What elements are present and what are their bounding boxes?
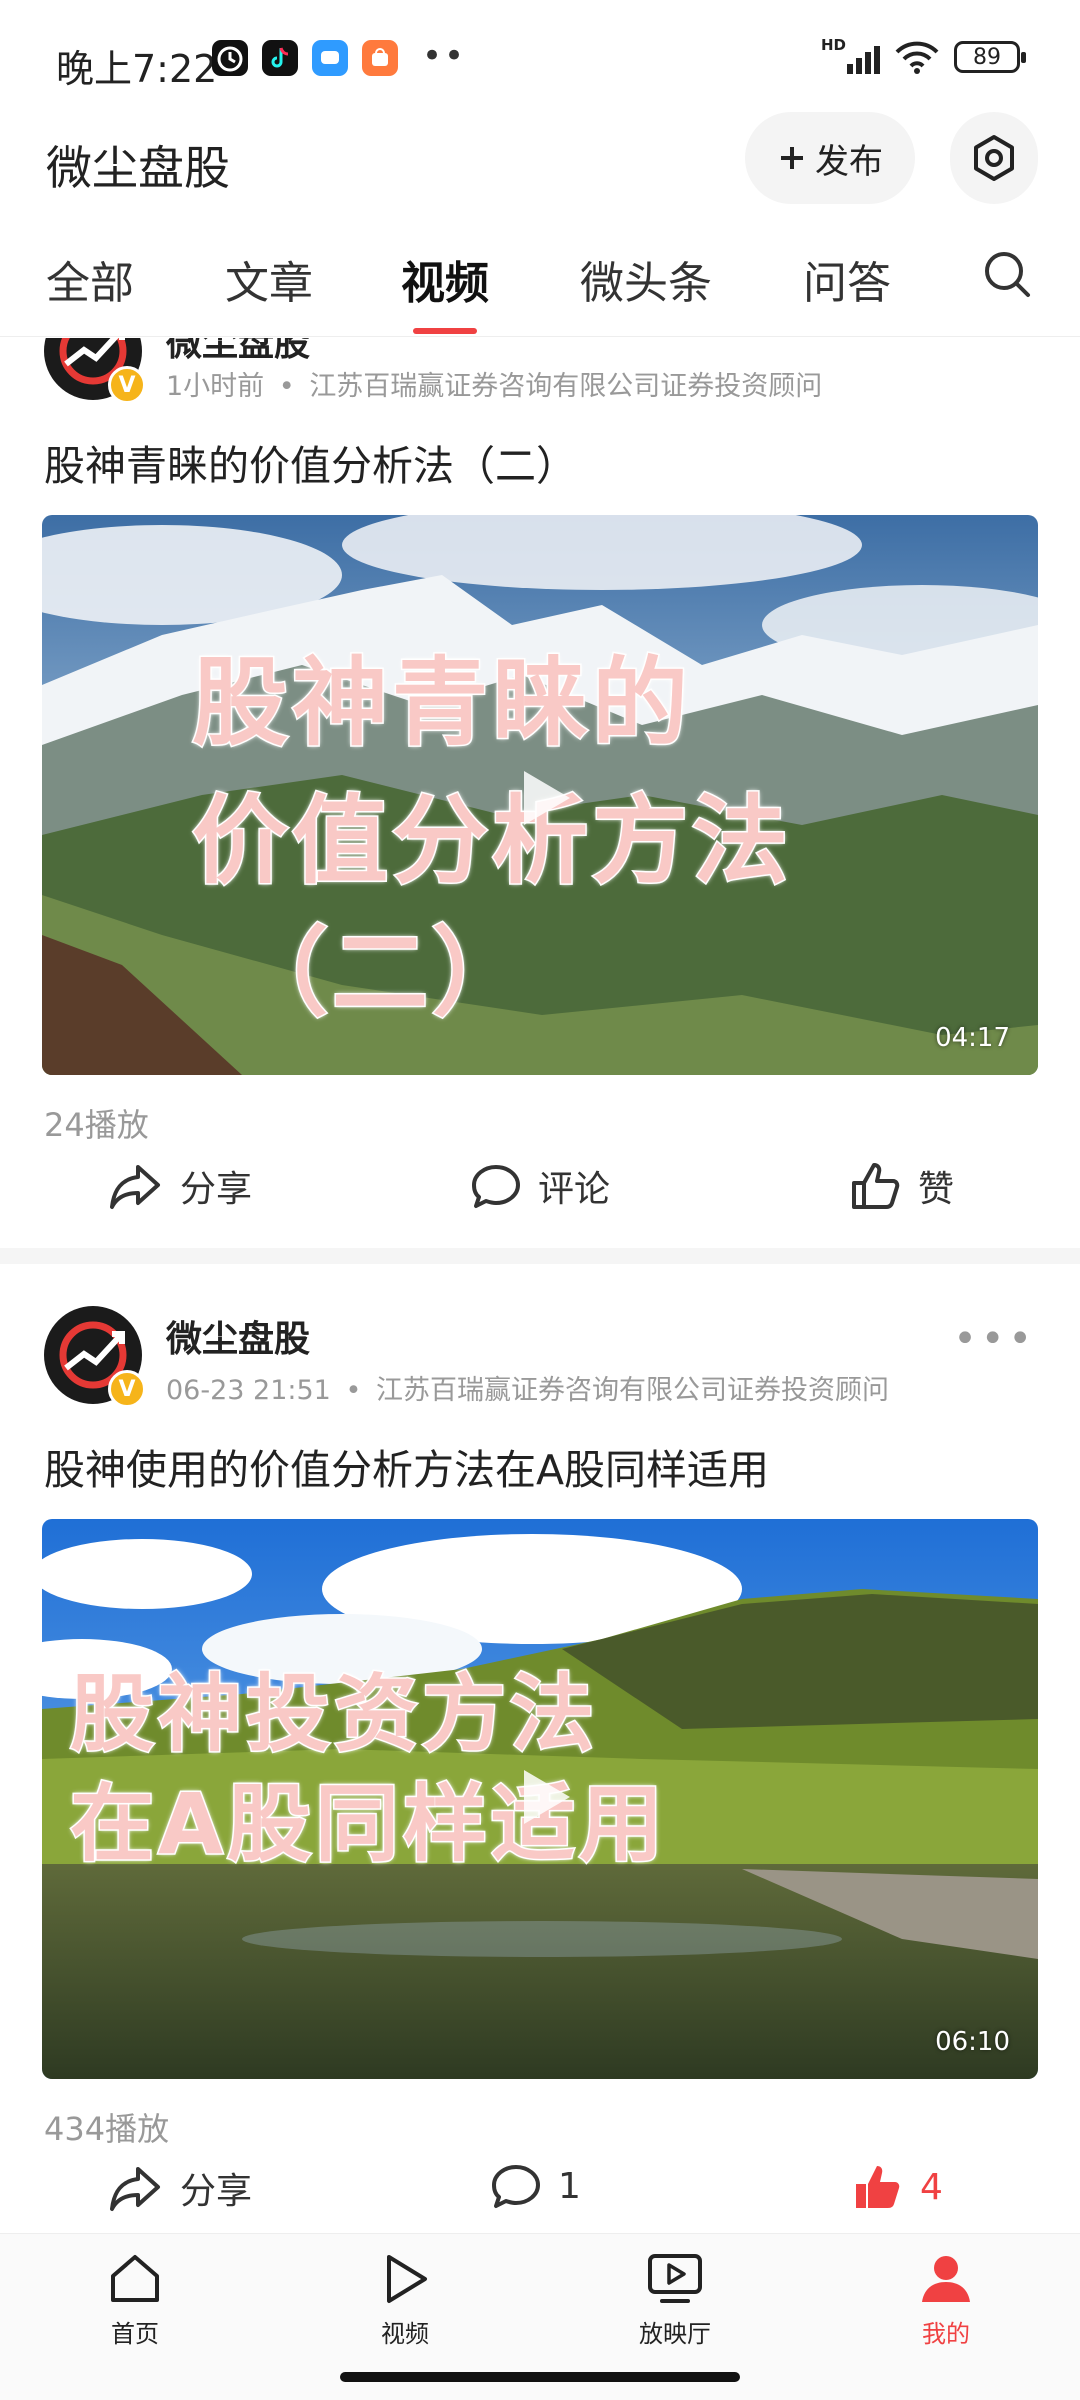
post-meta: 1小时前 • 江苏百瑞赢证券咨询有限公司证券投资顾问: [166, 364, 822, 403]
nav-label: 我的: [922, 2320, 970, 2348]
nav-label: 放映厅: [639, 2320, 711, 2348]
post-title[interactable]: 股神青睐的价值分析法（二）: [44, 432, 577, 492]
like-button[interactable]: 4: [852, 2162, 943, 2212]
comment-label: 评论: [538, 1169, 611, 1210]
notification-icons: [212, 40, 398, 76]
nav-screening-hall[interactable]: 放映厅: [605, 2252, 745, 2349]
thumbnail-text-line: 价值分析方法: [191, 784, 792, 899]
comment-icon: [472, 1165, 520, 1208]
home-icon: [111, 2255, 159, 2302]
meta-separator: •: [278, 371, 295, 402]
post-title[interactable]: 股神使用的价值分析方法在A股同样适用: [44, 1436, 769, 1496]
plus-icon: [781, 147, 803, 169]
thumbs-up-icon: [852, 1163, 900, 1209]
profile-header: 微尘盘股 发布: [0, 110, 1080, 220]
screening-hall-icon: [648, 2254, 702, 2303]
share-icon: [110, 2167, 160, 2211]
avatar[interactable]: V: [44, 338, 146, 404]
settings-button[interactable]: [950, 112, 1038, 204]
video-duration: 06:10: [935, 2027, 1010, 2057]
post-actions: 分享 1 4: [0, 2162, 1080, 2233]
more-notifications-icon: ••: [422, 36, 467, 76]
play-count: 434播放: [44, 2110, 170, 2148]
wifi-icon: [895, 41, 939, 74]
meta-separator: •: [345, 1375, 362, 1406]
tab-qa[interactable]: 问答: [803, 247, 891, 311]
share-button[interactable]: 分享: [108, 1160, 252, 1212]
video-post[interactable]: V 微尘盘股 1小时前 • 江苏百瑞赢证券咨询有限公司证券投资顾问 股神青睐的价…: [0, 338, 1080, 1248]
shopping-app-icon: [362, 40, 398, 76]
network-label: HD: [821, 36, 847, 54]
share-button[interactable]: 分享: [108, 2162, 252, 2214]
author-name[interactable]: 微尘盘股: [166, 1310, 310, 1362]
page-title: 微尘盘股: [46, 141, 230, 195]
play-icon[interactable]: [510, 1764, 576, 1830]
thumbnail-text-line: 在A股同样适用: [68, 1774, 668, 1875]
comment-count: 1: [558, 2165, 581, 2207]
comment-icon: [492, 2165, 540, 2208]
search-icon: [985, 252, 1030, 297]
like-count: 4: [920, 2166, 943, 2208]
video-thumbnail[interactable]: 股神青睐的 价值分析方法 （二） 04:17: [42, 515, 1038, 1075]
alarm-clock-icon: [212, 40, 248, 76]
post-divider: [0, 1248, 1080, 1264]
status-time: 晚上7:22: [56, 47, 218, 91]
verified-badge-icon: V: [108, 1370, 146, 1408]
post-meta: 06-23 21:51 • 江苏百瑞赢证券咨询有限公司证券投资顾问: [166, 1368, 889, 1407]
author-name[interactable]: 微尘盘股: [166, 338, 310, 366]
thumbnail-text-line: 股神投资方法: [68, 1664, 599, 1765]
signal-icon: HD: [821, 36, 880, 74]
video-feed: V 微尘盘股 1小时前 • 江苏百瑞赢证券咨询有限公司证券投资顾问 股神青睐的价…: [0, 338, 1080, 2233]
more-options-icon[interactable]: •••: [953, 1316, 1036, 1362]
author-credential: 江苏百瑞赢证券咨询有限公司证券投资顾问: [309, 371, 823, 402]
tiktok-icon: [262, 40, 298, 76]
like-button[interactable]: 赞: [850, 1160, 954, 1212]
thumbnail-text-line: 股神青睐的: [191, 646, 692, 761]
video-thumbnail[interactable]: 股神投资方法 在A股同样适用 06:10: [42, 1519, 1038, 2079]
home-indicator[interactable]: [340, 2372, 740, 2382]
like-label: 赞: [918, 1169, 955, 1210]
share-label: 分享: [180, 1169, 253, 1210]
tab-videos[interactable]: 视频: [401, 247, 489, 311]
author-credential: 江苏百瑞赢证券咨询有限公司证券投资顾问: [375, 1375, 889, 1406]
comment-button[interactable]: 1: [490, 2162, 581, 2210]
nav-profile[interactable]: 我的: [876, 2252, 1016, 2349]
message-app-icon: [312, 40, 348, 76]
profile-icon: [922, 2256, 970, 2302]
play-count: 24播放: [44, 1106, 149, 1144]
content-tabs: 全部 文章 视频 微头条 问答: [0, 225, 1080, 337]
avatar[interactable]: V: [44, 1306, 146, 1408]
hexagon-settings-icon: [974, 135, 1014, 181]
thumbs-up-filled-icon: [856, 2166, 900, 2208]
play-icon[interactable]: [510, 765, 576, 831]
post-time: 06-23 21:51: [166, 1375, 331, 1406]
video-duration: 04:17: [935, 1023, 1010, 1053]
verified-badge-icon: V: [108, 366, 146, 404]
nav-home[interactable]: 首页: [65, 2252, 205, 2349]
battery-indicator: 89: [954, 41, 1026, 73]
publish-button[interactable]: 发布: [745, 112, 915, 204]
post-actions: 分享 评论 赞: [0, 1160, 1080, 1240]
system-indicators: HD 89: [821, 36, 1026, 74]
nav-label: 视频: [381, 2320, 429, 2348]
video-play-icon: [387, 2255, 427, 2303]
nav-label: 首页: [111, 2320, 159, 2348]
publish-label: 发布: [815, 141, 883, 182]
share-label: 分享: [180, 2171, 253, 2212]
post-time: 1小时前: [166, 371, 265, 402]
thumbnail-text-line: （二）: [231, 916, 532, 1031]
comment-button[interactable]: 评论: [470, 1160, 610, 1212]
share-icon: [110, 1165, 160, 1209]
tab-articles[interactable]: 文章: [225, 247, 313, 311]
status-bar: 晚上7:22 •• HD 89: [0, 0, 1080, 110]
nav-video[interactable]: 视频: [335, 2252, 475, 2349]
active-tab-indicator: [413, 328, 477, 334]
video-post[interactable]: V 微尘盘股 06-23 21:51 • 江苏百瑞赢证券咨询有限公司证券投资顾问…: [0, 1264, 1080, 2233]
tab-all[interactable]: 全部: [46, 247, 134, 311]
search-button[interactable]: [980, 247, 1034, 301]
tab-micro-posts[interactable]: 微头条: [580, 247, 712, 311]
